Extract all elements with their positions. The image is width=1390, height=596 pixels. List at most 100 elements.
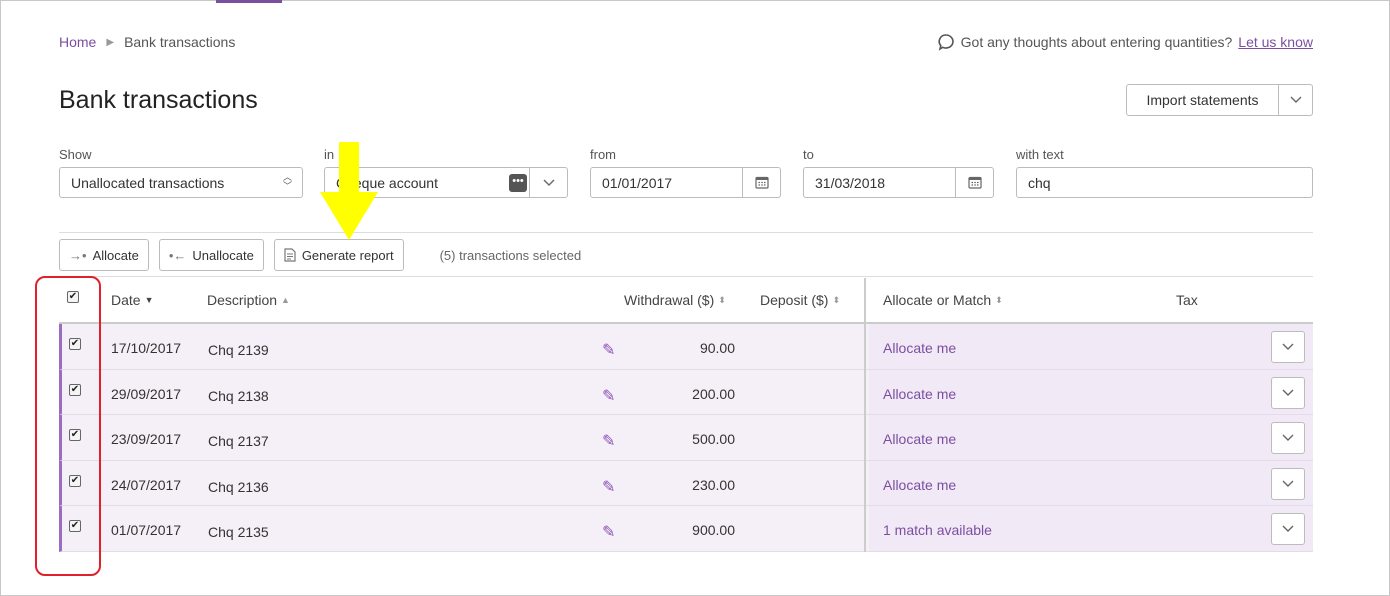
to-label: to xyxy=(803,147,814,162)
chevron-down-icon xyxy=(543,179,554,186)
generate-report-button[interactable]: Generate report xyxy=(273,239,404,271)
column-header-description-label: Description xyxy=(207,292,278,308)
row-date: 01/07/2017 xyxy=(111,522,182,539)
row-allocate-link[interactable]: Allocate me xyxy=(883,431,956,447)
row-allocate-link[interactable]: Allocate me xyxy=(883,477,956,493)
sort-desc-icon: ▼ xyxy=(144,295,154,305)
column-header-withdrawal-label: Withdrawal ($) xyxy=(624,292,715,308)
column-header-withdrawal[interactable]: Withdrawal ($) ⬍ xyxy=(624,292,726,308)
chevron-down-icon xyxy=(1282,389,1294,396)
row-date: 24/07/2017 xyxy=(111,476,182,493)
to-calendar-button[interactable] xyxy=(955,168,993,197)
show-select-value: Unallocated transactions xyxy=(71,174,225,191)
edit-icon[interactable]: ✎ xyxy=(602,431,615,451)
row-date: 29/09/2017 xyxy=(111,385,182,402)
row-expand-button[interactable] xyxy=(1271,376,1305,409)
row-expand-button[interactable] xyxy=(1271,331,1305,363)
edit-icon[interactable]: ✎ xyxy=(602,386,615,406)
from-date-value: 01/01/2017 xyxy=(602,174,673,191)
column-header-tax-label: Tax xyxy=(1176,292,1198,308)
unallocate-arrow-icon: •← xyxy=(168,247,187,263)
feedback-link[interactable]: Let us know xyxy=(1238,34,1313,50)
row-date: 17/10/2017 xyxy=(111,340,182,356)
edit-icon[interactable]: ✎ xyxy=(602,340,615,360)
column-header-deposit-label: Deposit ($) xyxy=(760,292,829,308)
row-description: Chq 2135 xyxy=(208,524,269,541)
column-header-allocate-label: Allocate or Match xyxy=(883,292,992,308)
chevron-down-icon xyxy=(1282,525,1294,533)
row-withdrawal: 90.00 xyxy=(699,340,735,356)
allocate-arrow-icon: →• xyxy=(69,247,87,263)
selection-count: (5) transactions selected xyxy=(439,247,582,263)
text-filter-value: chq xyxy=(1028,174,1051,191)
table-header: ✔ Date ▼ Description ▲ Withdrawal ($) ⬍ … xyxy=(59,278,1313,323)
text-filter-label: with text xyxy=(1016,147,1064,162)
account-dropdown-button[interactable] xyxy=(529,168,567,197)
column-header-allocate[interactable]: Allocate or Match ⬍ xyxy=(883,292,1003,308)
row-allocate-link[interactable]: Allocate me xyxy=(883,340,956,356)
edit-icon[interactable]: ✎ xyxy=(602,522,615,542)
chevron-down-icon xyxy=(1290,96,1301,103)
table-row[interactable]: ✔ 01/07/2017 Chq 2135 ✎ 900.00 1 match a… xyxy=(59,506,1313,552)
action-bar: →• Allocate •← Unallocate Generate repor… xyxy=(59,239,581,271)
allocate-button[interactable]: →• Allocate xyxy=(59,239,149,271)
chevron-down-icon xyxy=(1282,434,1294,442)
row-description: Chq 2136 xyxy=(208,478,269,495)
row-expand-button[interactable] xyxy=(1271,422,1305,455)
row-description: Chq 2139 xyxy=(208,342,269,358)
document-icon xyxy=(284,248,296,262)
column-header-date[interactable]: Date ▼ xyxy=(111,292,154,308)
row-allocate-link[interactable]: Allocate me xyxy=(883,386,956,402)
edit-icon[interactable]: ✎ xyxy=(602,477,615,497)
more-options-icon[interactable]: ••• xyxy=(509,174,527,192)
unallocate-button[interactable]: •← Unallocate xyxy=(158,239,264,271)
breadcrumb: Home ▶ Bank transactions xyxy=(59,34,235,50)
column-divider xyxy=(864,278,866,552)
table-row[interactable]: ✔ 29/09/2017 Chq 2138 ✎ 200.00 Allocate … xyxy=(59,369,1313,416)
calendar-icon xyxy=(967,176,982,189)
filter-divider xyxy=(59,232,1313,233)
action-divider xyxy=(59,276,1313,277)
column-header-description[interactable]: Description ▲ xyxy=(207,292,290,308)
row-withdrawal: 200.00 xyxy=(692,385,735,402)
to-date-value: 31/03/2018 xyxy=(815,174,886,191)
text-filter-input[interactable]: chq xyxy=(1016,167,1313,198)
column-header-deposit[interactable]: Deposit ($) ⬍ xyxy=(760,292,840,308)
row-expand-button[interactable] xyxy=(1271,513,1305,546)
speech-bubble-icon xyxy=(938,34,954,51)
sort-icon: ⬍ xyxy=(995,294,1003,305)
row-description: Chq 2137 xyxy=(208,433,269,450)
row-description: Chq 2138 xyxy=(208,387,269,404)
import-statements-button[interactable]: Import statements xyxy=(1126,84,1279,116)
row-expand-button[interactable] xyxy=(1271,467,1305,500)
table-row[interactable]: ✔ 23/09/2017 Chq 2137 ✎ 500.00 Allocate … xyxy=(59,415,1313,461)
generate-report-button-label: Generate report xyxy=(301,247,394,263)
row-match-link[interactable]: 1 match available xyxy=(883,522,992,538)
show-select[interactable]: Unallocated transactions ︿ ﹀ xyxy=(59,167,303,198)
table-row[interactable]: ✔ 24/07/2017 Chq 2136 ✎ 230.00 Allocate … xyxy=(59,460,1313,507)
from-label: from xyxy=(590,147,616,162)
active-nav-indicator xyxy=(216,0,282,3)
from-calendar-button[interactable] xyxy=(742,168,780,197)
to-date-input[interactable]: 31/03/2018 xyxy=(803,167,994,198)
from-date-input[interactable]: 01/01/2017 xyxy=(590,167,781,198)
chevron-down-icon xyxy=(1282,480,1294,487)
breadcrumb-current: Bank transactions xyxy=(124,34,236,50)
table-row[interactable]: ✔ 17/10/2017 Chq 2139 ✎ 90.00 Allocate m… xyxy=(59,324,1313,370)
sort-icon: ▲ xyxy=(281,295,290,305)
page-title: Bank transactions xyxy=(59,86,258,114)
feedback-prompt: Got any thoughts about entering quantiti… xyxy=(937,33,1313,51)
unallocate-button-label: Unallocate xyxy=(192,247,254,263)
import-options-button[interactable] xyxy=(1279,84,1313,116)
column-header-tax: Tax xyxy=(1176,292,1198,308)
sort-icon: ⬍ xyxy=(832,294,841,305)
breadcrumb-home-link[interactable]: Home xyxy=(59,34,96,50)
checkbox-highlight-annotation xyxy=(35,276,101,576)
row-date: 23/09/2017 xyxy=(111,431,182,448)
column-header-date-label: Date xyxy=(111,292,141,308)
chevron-down-icon xyxy=(1282,343,1294,350)
breadcrumb-separator-icon: ▶ xyxy=(106,36,115,48)
transaction-list: ✔ 17/10/2017 Chq 2139 ✎ 90.00 Allocate m… xyxy=(59,324,1313,552)
feedback-text: Got any thoughts about entering quantiti… xyxy=(960,34,1233,50)
sort-icon: ⬍ xyxy=(718,294,726,305)
